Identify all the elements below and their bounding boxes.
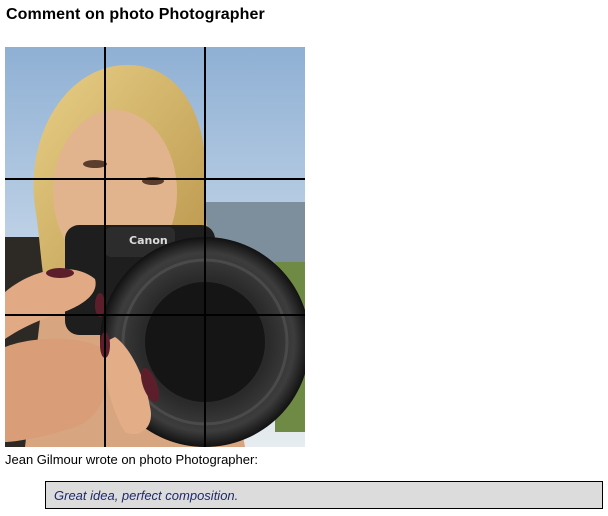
comment-box: Great idea, perfect composition. xyxy=(45,481,603,509)
photo-illustration: Canon xyxy=(5,47,305,447)
camera-brand-label: Canon xyxy=(129,234,168,247)
comment-byline: Jean Gilmour wrote on photo Photographer… xyxy=(5,452,258,467)
page-title: Comment on photo Photographer xyxy=(6,6,265,23)
comment-text: Great idea, perfect composition. xyxy=(54,487,239,503)
photo-image: Canon xyxy=(5,47,305,447)
